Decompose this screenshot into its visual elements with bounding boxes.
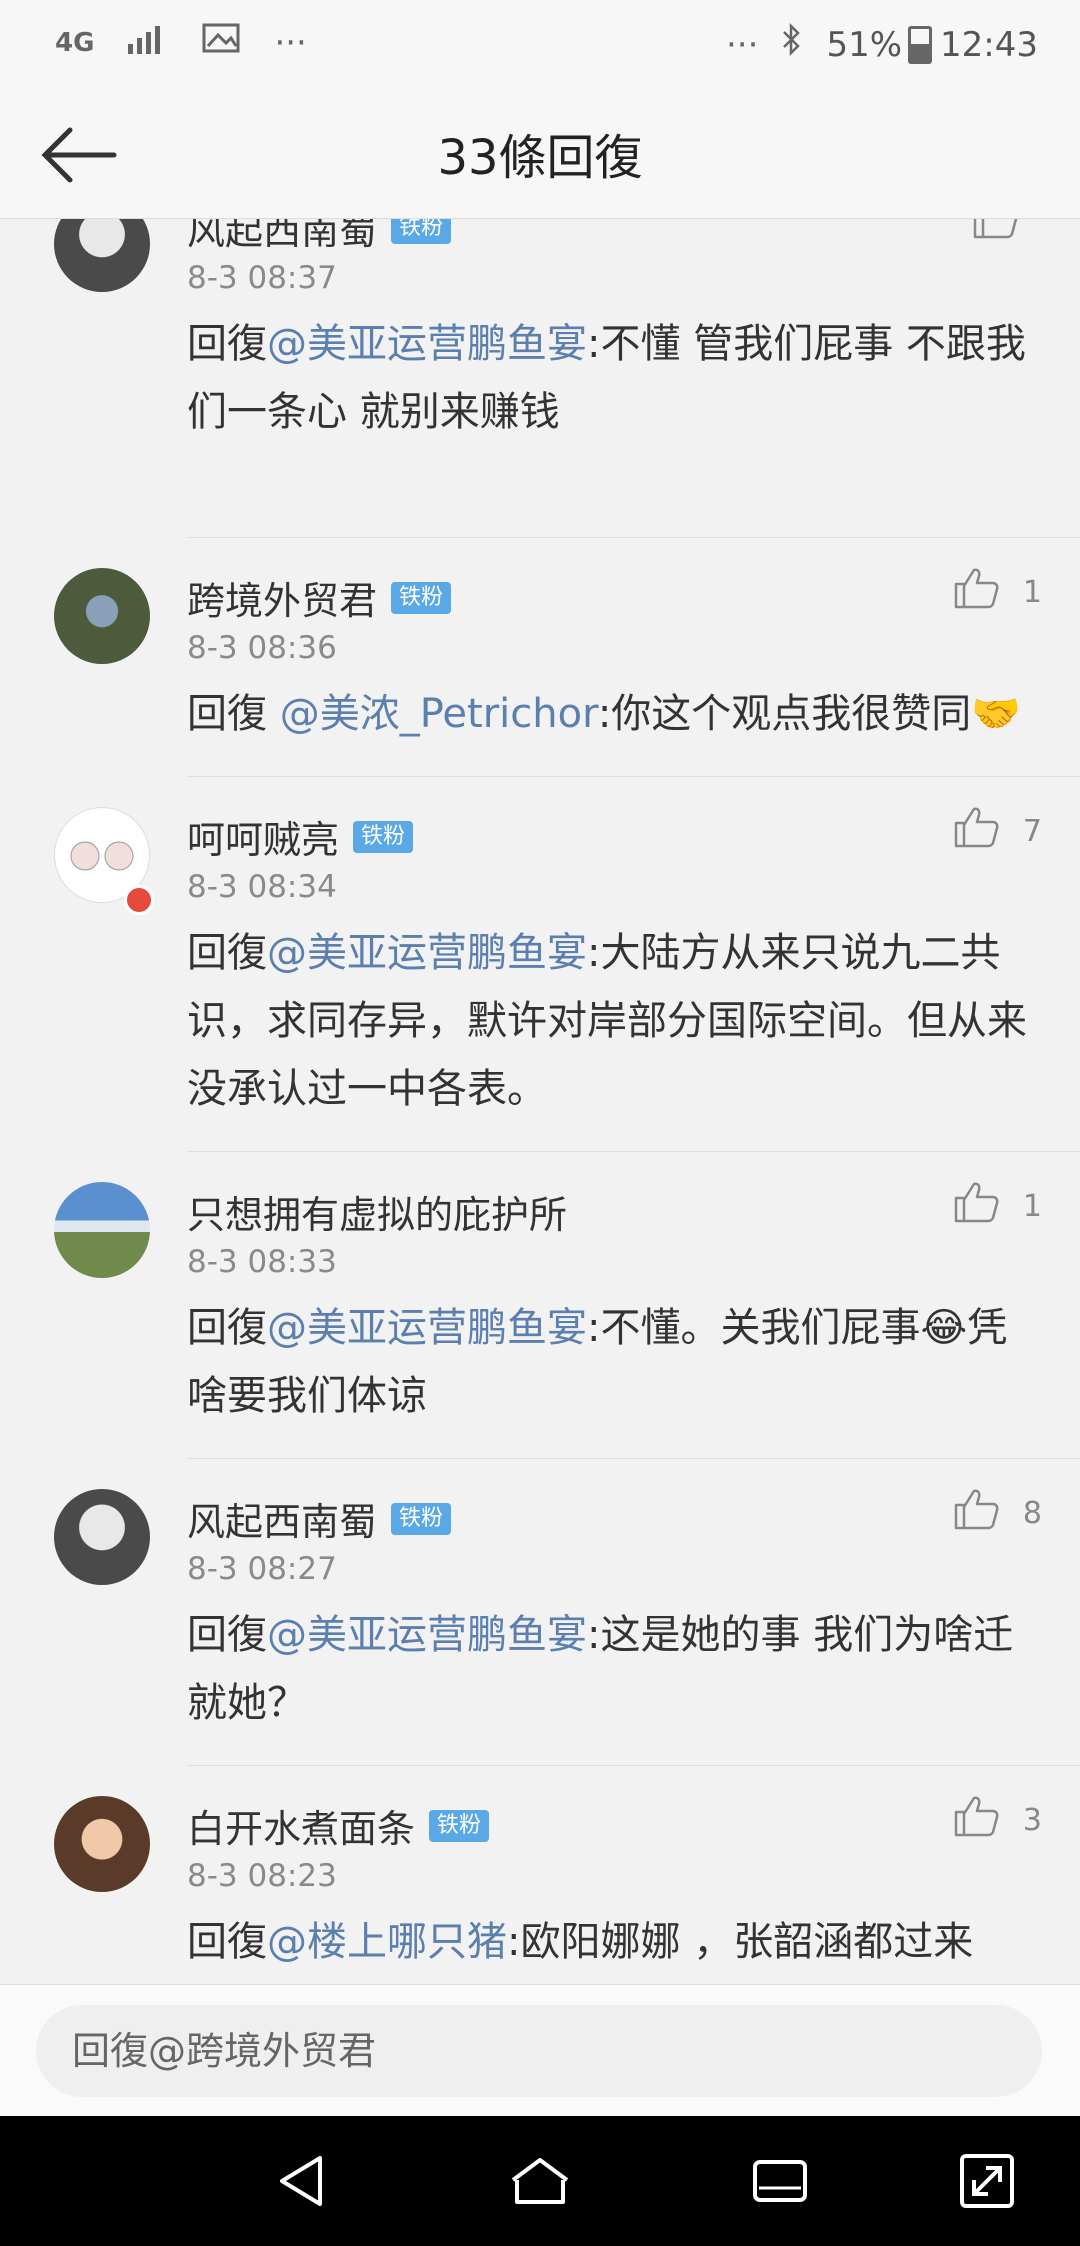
timestamp: 8-3 08:27 [187,1551,337,1587]
like-button[interactable] [972,218,1042,248]
comment-item[interactable]: 风起西南蜀 铁粉 8 8-3 08:27 回復@美亚运营鹏鱼宴:这是她的事 我们… [0,1459,1080,1766]
page-title: 33條回復 [437,130,643,186]
like-button[interactable]: 1 [953,566,1042,618]
bluetooth-icon [780,22,804,67]
avatar[interactable] [54,1796,150,1892]
comment-text: 回復@楼上哪只猪:欧阳娜娜 ，张韶涵都过来了，她姐俩就想又当又立？ [187,1908,1030,1984]
like-count: 7 [1022,813,1042,849]
reply-prefix: 回復 [187,691,280,737]
comment-item[interactable]: 呵呵贼亮 铁粉 7 8-3 08:34 回復@美亚运营鹏鱼宴:大陆方从来只说九二… [0,777,1080,1152]
like-button[interactable]: 1 [953,1180,1042,1232]
comment-text: 回復 @美浓_Petrichor:你这个观点我很赞同🤝 [187,680,1030,748]
navigation-bar [0,2116,1080,2246]
mention-link[interactable]: @美亚运营鹏鱼宴 [267,930,587,976]
mention-link[interactable]: @美浓_Petrichor [280,691,598,737]
reply-prefix: 回復 [187,1305,267,1351]
like-button[interactable]: 8 [953,1487,1042,1539]
recents-icon[interactable] [745,2146,815,2216]
back-triangle-icon[interactable] [268,2146,338,2216]
timestamp: 8-3 08:23 [187,1858,337,1894]
avatar[interactable] [54,568,150,664]
reply-bar [0,1984,1080,2117]
header: 33條回復 [0,90,1080,219]
expand-icon[interactable] [952,2146,1022,2216]
reply-input[interactable] [36,2005,1042,2097]
username[interactable]: 只想拥有虚拟的庇护所 [187,1184,567,1239]
thumbs-up-icon [953,805,999,857]
mention-link[interactable]: @美亚运营鹏鱼宴 [267,1612,587,1658]
comment-text: 回復@美亚运营鹏鱼宴:不懂 管我们屁事 不跟我们一条心 就别来赚钱 [187,310,1030,446]
like-count: 1 [1022,574,1042,610]
reply-prefix: 回復 [187,1919,267,1965]
clock: 12:43 [940,24,1038,65]
timestamp: 8-3 08:34 [187,869,337,905]
comment-item[interactable]: 白开水煮面条 铁粉 3 8-3 08:23 回復@楼上哪只猪:欧阳娜娜 ，张韶涵… [0,1766,1080,1984]
mention-link[interactable]: @美亚运营鹏鱼宴 [267,321,587,367]
timestamp: 8-3 08:33 [187,1244,337,1280]
network-4g-icon: 4G [55,27,95,58]
comment-text: 回復@美亚运营鹏鱼宴:不懂。关我们屁事😂凭啥要我们体谅 [187,1294,1030,1430]
timestamp: 8-3 08:36 [187,630,337,666]
like-count: 1 [1022,1188,1042,1224]
verified-badge-icon [124,885,154,915]
thumbs-up-icon [953,566,999,618]
avatar[interactable] [54,1182,150,1278]
like-button[interactable]: 3 [953,1794,1042,1846]
comment-item[interactable]: 跨境外贸君 铁粉 1 8-3 08:36 回復 @美浓_Petrichor:你这… [0,538,1080,777]
fan-badge: 铁粉 [353,820,414,853]
fan-badge: 铁粉 [391,1502,452,1535]
fan-badge: 铁粉 [391,581,452,614]
reply-prefix: 回復 [187,930,267,976]
avatar[interactable] [54,218,150,292]
status-bar: 4G ··· ··· 51% 12:43 [0,0,1080,90]
battery-percent: 51% [826,24,903,65]
comment-text: 回復@美亚运营鹏鱼宴:大陆方从来只说九二共识，求同存异，默许对岸部分国际空间。但… [187,919,1030,1123]
username[interactable]: 白开水煮面条 [187,1798,415,1853]
mention-link[interactable]: @楼上哪只猪 [267,1919,507,1965]
mention-link[interactable]: @美亚运营鹏鱼宴 [267,1305,587,1351]
comment-text: 回復@美亚运营鹏鱼宴:这是她的事 我们为啥迁就她？ [187,1601,1030,1737]
username[interactable]: 风起西南蜀 [187,218,377,255]
more-dots-icon: ··· [726,24,759,65]
reply-list[interactable]: 风起西南蜀 铁粉 8-3 08:37 回復@美亚运营鹏鱼宴:不懂 管我们屁事 不… [0,218,1080,1984]
reply-prefix: 回復 [187,1612,267,1658]
avatar[interactable] [54,1489,150,1585]
comment-item[interactable]: 风起西南蜀 铁粉 8-3 08:37 回復@美亚运营鹏鱼宴:不懂 管我们屁事 不… [0,218,1080,538]
username[interactable]: 跨境外贸君 [187,570,377,625]
thumbs-up-icon [972,218,1018,248]
comment-body: :你这个观点我很赞同🤝 [597,691,1022,737]
timestamp: 8-3 08:37 [187,260,337,296]
home-icon[interactable] [505,2146,575,2216]
like-count: 3 [1022,1802,1042,1838]
fan-badge: 铁粉 [429,1809,490,1842]
comment-item[interactable]: 只想拥有虚拟的庇护所 1 8-3 08:33 回復@美亚运营鹏鱼宴:不懂。关我们… [0,1152,1080,1459]
thumbs-up-icon [953,1487,999,1539]
reply-prefix: 回復 [187,321,267,367]
thumbs-up-icon [953,1180,999,1232]
username[interactable]: 呵呵贼亮 [187,809,339,864]
fan-badge: 铁粉 [391,218,452,244]
thumbs-up-icon [953,1794,999,1846]
signal-icon [128,22,168,63]
image-icon [202,22,240,63]
username[interactable]: 风起西南蜀 [187,1491,377,1546]
like-count: 8 [1022,1495,1042,1531]
like-button[interactable]: 7 [953,805,1042,857]
battery-icon [908,25,933,64]
more-dots-icon: ··· [274,22,307,63]
